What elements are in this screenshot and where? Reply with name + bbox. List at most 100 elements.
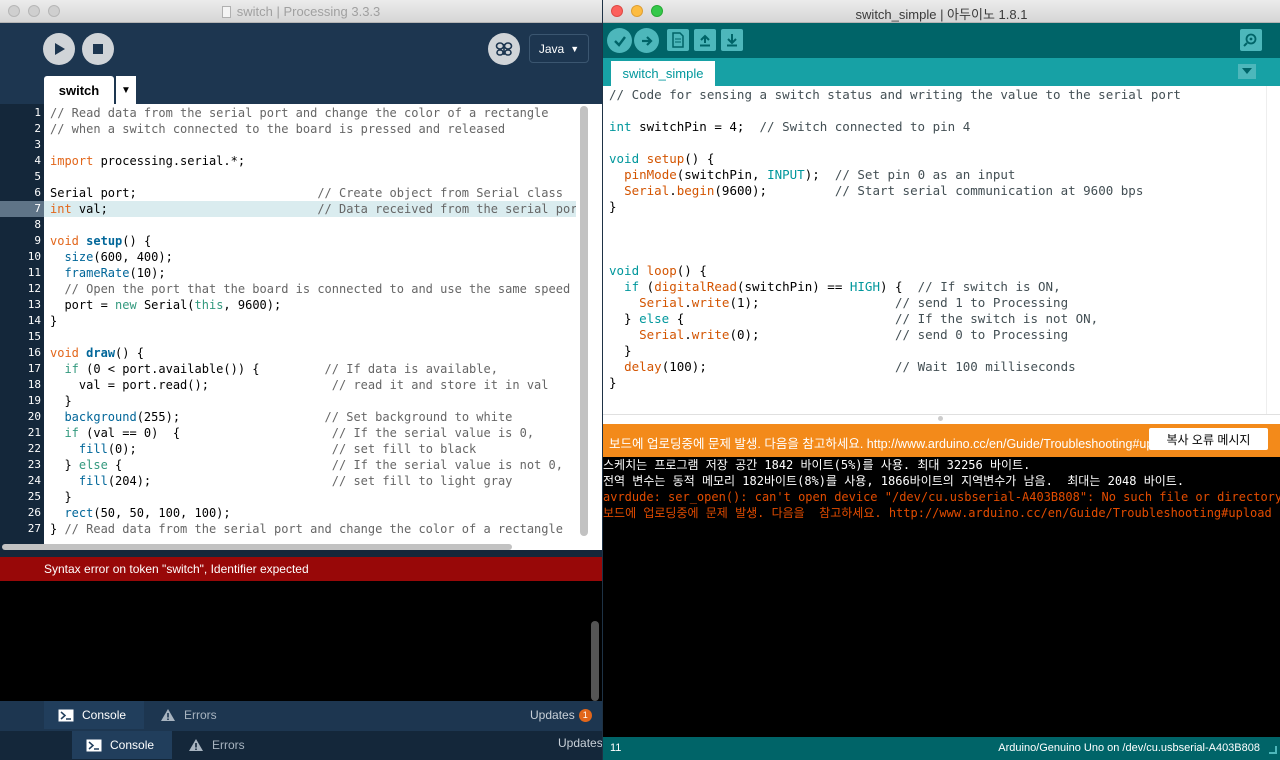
tab-switch-simple[interactable]: switch_simple [611,61,715,86]
processing-tab-bar: switch ▼ [0,75,602,105]
save-sketch-button[interactable] [721,29,743,51]
updates-label: Updates [530,708,575,722]
magnifier-icon [1243,33,1257,47]
document-icon [221,6,231,18]
code-line: void setup() { [609,151,715,166]
code-line: if (digitalRead(switchPin) == HIGH) { //… [624,279,1061,294]
processing-code-editor[interactable]: 1 2 3 4 5 6 7 8 9 10 11 12 13 14 15 16 17 18 19 20 21 22 23 24 2… [0,104,602,550]
console-line: 스케치는 프로그램 저장 공간 1842 바이트(5%)를 사용. 최대 322… [603,458,1031,472]
code-line: } // Read data from the serial port and … [50,522,563,536]
arduino-title-bar: switch_simple | 아두이노 1.8.1 [603,0,1280,23]
code-line: void setup() { [50,234,152,248]
code-line: } [609,375,617,390]
code-line: // Open the port that the board is conne… [64,282,571,296]
updates-badge: 1 [578,708,592,722]
tab-console-label: Console [82,708,127,722]
tab-errors-label: Errors [212,738,245,752]
terminal-icon [86,739,102,751]
code-line: Serial.write(1); // send 1 to Processing [639,295,1069,310]
code-line: background(255); // Set background to wh… [64,410,513,424]
code-line: rect(50, 50, 100, 100); [64,506,231,520]
updates-button[interactable]: Updates 1 [530,708,592,722]
code-line: if (0 < port.available()) { // If data i… [64,362,498,376]
arduino-tab-bar: switch_simple [603,58,1280,86]
checkmark-icon [613,35,626,47]
arrow-down-icon [727,34,737,47]
warning-icon [161,709,175,721]
code-line: Serial.begin(9600); // Start serial comm… [624,183,1144,198]
processing-window-title: switch | Processing 3.3.3 [236,4,381,19]
code-line: import processing.serial.*; [50,154,246,168]
chevron-down-icon: ▼ [121,85,131,96]
processing-toolbar [0,23,602,75]
resize-grip-icon[interactable] [1269,746,1277,754]
processing-window: switch | Processing 3.3.3 Java ▼ switch … [0,0,602,760]
tab-console[interactable]: Console [44,701,144,729]
arduino-bottom-bar: 11 Arduino/Genuino Uno on /dev/cu.usbser… [603,737,1280,760]
arrow-up-icon [700,34,710,47]
vertical-scrollbar[interactable] [580,106,588,536]
code-line: int switchPin = 4; // Switch connected t… [609,119,971,134]
code-line: // Read data from the serial port and ch… [50,106,549,120]
drag-handle-icon[interactable] [938,416,943,421]
tab-label: switch_simple [622,66,704,81]
butterfly-icon [495,42,513,56]
processing-footer-shadow: Console Errors Updates [0,731,602,760]
arduino-toolbar [603,23,1280,58]
copy-error-button[interactable]: 복사 오류 메시지 [1149,428,1268,450]
mode-selector[interactable]: Java ▼ [529,34,589,63]
pane-divider[interactable] [603,414,1280,424]
tab-label: switch [58,83,100,98]
chevron-down-icon [1242,68,1252,74]
source-code[interactable]: // Read data from the serial port and ch… [0,104,576,544]
line-number-indicator: 11 [610,742,622,754]
code-line: } else { // If the serial value is not 0… [50,458,563,472]
console-scrollbar[interactable] [591,621,599,701]
tab-console-duplicate[interactable]: Console [72,731,172,759]
console-line: avrdude: ser_open(): can't open device "… [603,490,1280,504]
code-line: } [50,314,58,328]
arrow-right-icon [641,35,653,46]
processing-console[interactable] [0,581,602,701]
debugger-button[interactable] [488,33,520,65]
terminal-icon [58,709,74,721]
code-line: size(600, 400); [64,250,173,264]
editor-scrollbar[interactable] [1266,86,1280,414]
tab-errors[interactable]: Errors [146,701,236,729]
updates-button-duplicate[interactable]: Updates [558,736,602,750]
verify-button[interactable] [607,28,632,53]
tab-console-label: Console [110,738,155,752]
tab-switch[interactable]: switch [44,76,114,105]
code-line: int val; // Data received from the seria… [50,202,576,216]
tab-errors-duplicate[interactable]: Errors [174,731,264,759]
code-line: // when a switch connected to the board … [50,122,506,136]
open-sketch-button[interactable] [694,29,716,51]
run-button[interactable] [43,33,75,65]
tab-menu-button[interactable] [1238,64,1256,79]
updates-label: Updates [558,736,602,750]
serial-monitor-button[interactable] [1240,29,1262,51]
tab-errors-label: Errors [184,708,217,722]
processing-title-bar: switch | Processing 3.3.3 [0,0,602,23]
board-info: Arduino/Genuino Uno on /dev/cu.usbserial… [998,742,1260,754]
console-line: 전역 변수는 동적 메모리 182바이트(8%)를 사용, 1866바이트의 지… [603,474,1185,488]
code-line: } [609,199,617,214]
stop-button[interactable] [82,33,114,65]
code-line: delay(100); // Wait 100 milliseconds [624,359,1076,374]
new-sketch-button[interactable] [667,29,689,51]
code-line: fill(204); // set fill to light gray [78,474,513,488]
stop-icon [93,44,103,54]
processing-footer: Console Errors Updates 1 [0,701,602,731]
play-icon [55,43,65,55]
arduino-console[interactable]: 스케치는 프로그램 저장 공간 1842 바이트(5%)를 사용. 최대 322… [603,457,1280,737]
horizontal-scrollbar[interactable] [2,544,512,550]
code-line: } [50,394,72,408]
tab-menu-button[interactable]: ▼ [116,76,136,105]
arduino-code-editor[interactable]: // Code for sensing a switch status and … [603,86,1280,414]
error-bar: Syntax error on token "switch", Identifi… [0,557,602,581]
code-line: frameRate(10); [64,266,166,280]
console-line: 보드에 업로딩중에 문제 발생. 다음을 참고하세요. http://www.a… [603,506,1272,520]
code-line: val = port.read(); // read it and store … [50,378,549,392]
upload-button[interactable] [634,28,659,53]
code-line: Serial.write(0); // send 0 to Processing [639,327,1069,342]
